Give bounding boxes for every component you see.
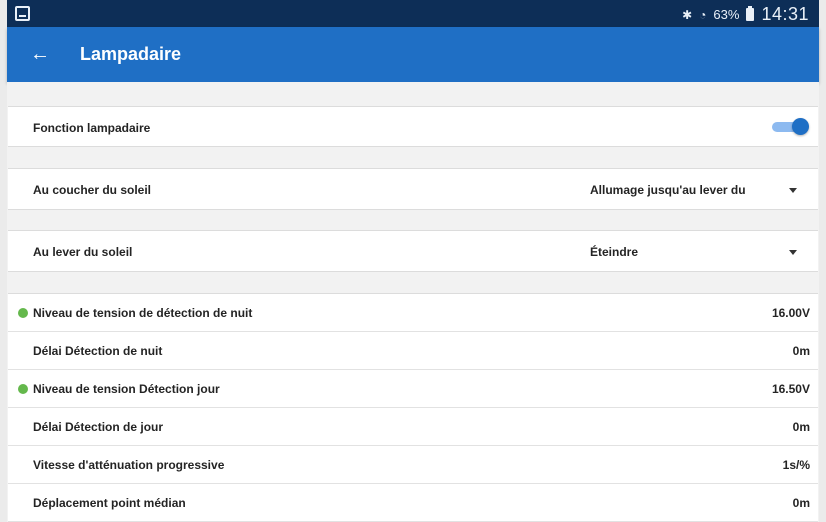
page-title: Lampadaire bbox=[80, 44, 182, 64]
list-item[interactable]: Déplacement point médian 0m bbox=[8, 484, 818, 522]
dropdown-arrow-icon bbox=[789, 249, 797, 255]
sunrise-row[interactable]: Au lever du soleil Éteindre bbox=[8, 230, 818, 272]
sunrise-select[interactable]: Éteindre bbox=[590, 245, 805, 259]
param-label: Niveau de tension Détection jour bbox=[33, 381, 220, 396]
sunset-select-value: Allumage jusqu'au lever du bbox=[590, 183, 746, 197]
status-dot-icon bbox=[18, 383, 28, 394]
list-item[interactable]: Niveau de tension de détection de nuit 1… bbox=[8, 294, 818, 332]
param-value: 0m bbox=[792, 343, 810, 358]
sunset-select[interactable]: Allumage jusqu'au lever du bbox=[590, 183, 805, 197]
clock: 14:31 bbox=[761, 4, 809, 24]
sunset-label: Au coucher du soleil bbox=[33, 183, 152, 197]
param-label: Délai Détection de jour bbox=[33, 419, 164, 434]
param-label: Vitesse d'atténuation progressive bbox=[33, 457, 225, 472]
list-item[interactable]: Vitesse d'atténuation progressive 1s/% bbox=[8, 446, 818, 484]
list-item[interactable]: Délai Détection de nuit 0m bbox=[8, 332, 818, 370]
bluetooth-icon: ✱ bbox=[682, 7, 693, 22]
list-item[interactable]: Niveau de tension Détection jour 16.50V bbox=[8, 370, 818, 408]
status-dot-icon bbox=[18, 307, 28, 318]
param-label: Délai Détection de nuit bbox=[33, 343, 163, 358]
sunset-row[interactable]: Au coucher du soleil Allumage jusqu'au l… bbox=[8, 168, 818, 210]
wifi-icon: ◔ bbox=[699, 7, 707, 22]
street-light-toggle[interactable] bbox=[772, 118, 809, 135]
screenshot-icon bbox=[15, 6, 30, 21]
sunrise-label: Au lever du soleil bbox=[33, 245, 133, 259]
list-item[interactable]: Délai Détection de jour 0m bbox=[8, 408, 818, 446]
settings-content: Fonction lampadaire Au coucher du soleil… bbox=[7, 82, 819, 522]
status-bar: ✱ ◔ 63% 14:31 bbox=[7, 0, 819, 27]
param-label: Niveau de tension de détection de nuit bbox=[33, 305, 253, 320]
dropdown-arrow-icon bbox=[789, 187, 797, 193]
battery-icon bbox=[746, 6, 755, 21]
status-indicators: ✱ ◔ 63% 14:31 bbox=[682, 4, 809, 25]
street-light-row[interactable]: Fonction lampadaire bbox=[8, 106, 818, 147]
toggle-knob bbox=[792, 118, 809, 135]
sunrise-select-value: Éteindre bbox=[590, 245, 639, 259]
param-value: 16.50V bbox=[771, 381, 810, 396]
back-arrow-icon[interactable]: ← bbox=[27, 41, 53, 67]
param-value: 16.00V bbox=[771, 305, 810, 320]
param-value: 1s/% bbox=[782, 457, 810, 472]
param-value: 0m bbox=[792, 495, 810, 510]
app-window: ✱ ◔ 63% 14:31 ← Lampadaire Fonction lamp… bbox=[7, 0, 819, 522]
street-light-label: Fonction lampadaire bbox=[33, 121, 151, 135]
parameter-list: Niveau de tension de détection de nuit 1… bbox=[8, 293, 818, 522]
app-bar: ← Lampadaire bbox=[7, 27, 819, 82]
param-label: Déplacement point médian bbox=[33, 495, 186, 510]
param-value: 0m bbox=[792, 419, 810, 434]
battery-percent: 63% bbox=[713, 7, 740, 22]
